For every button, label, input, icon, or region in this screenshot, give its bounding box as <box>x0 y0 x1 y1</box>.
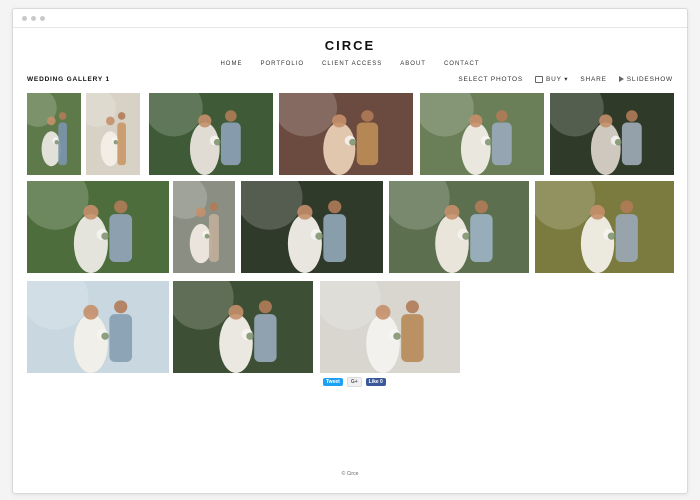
gallery-toolbar: WEDDING GALLERY 1 SELECT PHOTOS BUY ▾ SH… <box>27 75 673 83</box>
photo-3 <box>149 93 273 175</box>
buy-label: BUY ▾ <box>546 76 569 83</box>
gallery-title: WEDDING GALLERY 1 <box>27 75 110 83</box>
window-titlebar <box>13 9 687 28</box>
slideshow-button[interactable]: SLIDESHOW <box>618 75 673 83</box>
nav-portfolio[interactable]: PORTFOLIO <box>260 61 304 67</box>
tweet-button[interactable]: Tweet <box>323 378 343 386</box>
window-dot-icon <box>40 15 45 21</box>
photo-5 <box>420 93 544 175</box>
play-icon <box>618 76 624 82</box>
gallery-photo[interactable] <box>389 181 529 273</box>
site-brand[interactable]: CIRCE <box>13 38 687 53</box>
gallery-photo[interactable] <box>27 281 169 373</box>
gallery-photo[interactable] <box>535 181 674 273</box>
cart-icon <box>535 75 544 83</box>
gallery-photo[interactable] <box>550 93 674 175</box>
nav-about[interactable]: ABOUT <box>400 61 426 67</box>
photo-4 <box>279 93 413 175</box>
gallery-actions: SELECT PHOTOS BUY ▾ SHARE SLIDESHOW <box>458 75 673 83</box>
gallery-photo[interactable] <box>420 93 544 175</box>
photo-2 <box>86 93 140 175</box>
nav-contact[interactable]: CONTACT <box>444 61 480 67</box>
select-photos-button[interactable]: SELECT PHOTOS <box>458 76 523 83</box>
share-label: SHARE <box>580 75 607 83</box>
gallery-photo[interactable] <box>279 93 413 175</box>
slideshow-label: SLIDESHOW <box>626 75 673 83</box>
photo-14 <box>320 281 460 373</box>
window-dot-icon <box>22 15 27 21</box>
share-button[interactable]: SHARE <box>580 76 606 83</box>
gallery-photo[interactable] <box>149 93 273 175</box>
photo-7 <box>27 181 169 273</box>
buy-button[interactable]: BUY ▾ <box>535 75 568 83</box>
gallery-photo[interactable] <box>27 181 169 273</box>
footer: © Circe <box>13 471 687 477</box>
social-share-bar: Tweet G+ Like 0 <box>323 377 386 387</box>
main-nav: HOME PORTFOLIO CLIENT ACCESS ABOUT CONTA… <box>13 61 687 67</box>
gallery-photo[interactable] <box>241 181 383 273</box>
photo-8 <box>173 181 235 273</box>
photo-12 <box>27 281 169 373</box>
google-plus-button[interactable]: G+ <box>346 377 362 387</box>
photo-9 <box>241 181 383 273</box>
gallery-photo[interactable] <box>320 281 460 373</box>
photo-6 <box>550 93 674 175</box>
gallery-photo[interactable] <box>86 93 140 175</box>
nav-home[interactable]: HOME <box>220 61 242 67</box>
photo-1 <box>27 93 81 175</box>
photo-11 <box>535 181 674 273</box>
gallery-photo[interactable] <box>27 93 81 175</box>
select-photos-label: SELECT PHOTOS <box>458 75 524 83</box>
window-dot-icon <box>31 15 36 21</box>
footer-copyright: © Circe <box>341 471 359 477</box>
browser-window: CIRCE HOME PORTFOLIO CLIENT ACCESS ABOUT… <box>12 8 688 494</box>
photo-13 <box>173 281 313 373</box>
gallery-photo[interactable] <box>173 281 313 373</box>
photo-10 <box>389 181 529 273</box>
facebook-like-button[interactable]: Like 0 <box>365 378 386 386</box>
nav-client-access[interactable]: CLIENT ACCESS <box>322 61 382 67</box>
gallery-photo[interactable] <box>173 181 235 273</box>
